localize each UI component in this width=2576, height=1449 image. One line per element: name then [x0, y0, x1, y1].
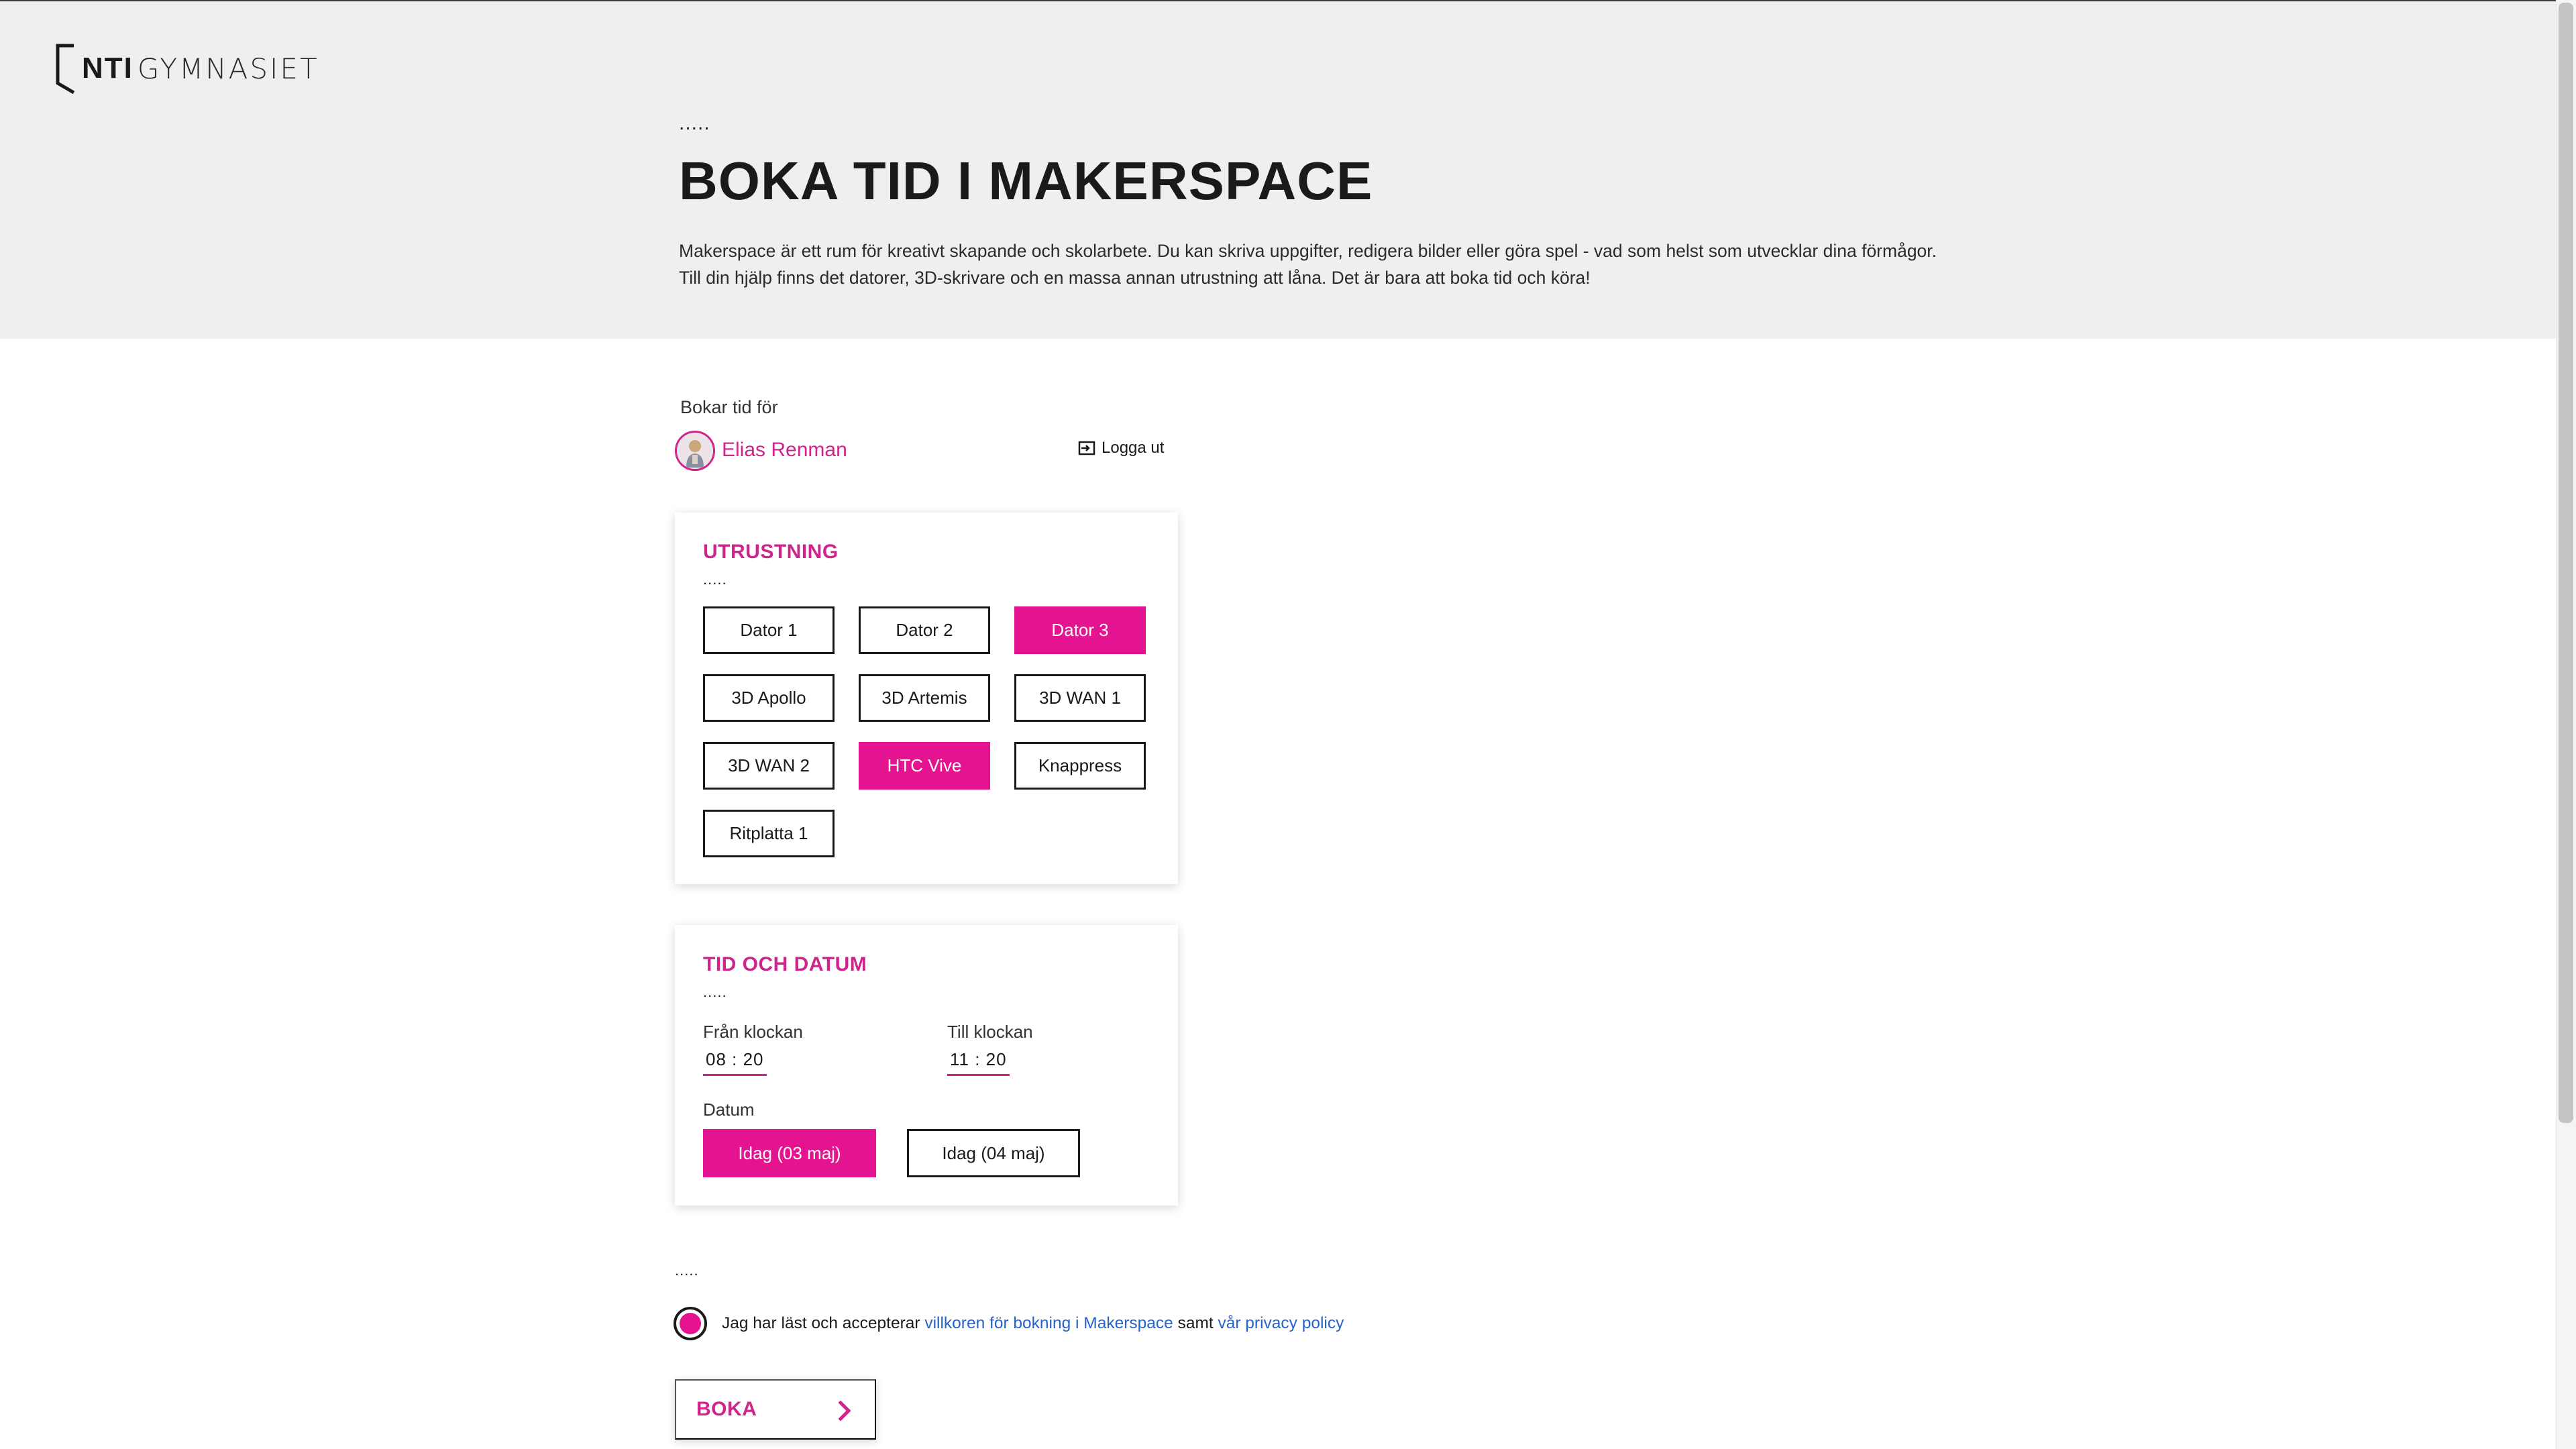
to-time-group: Till klockan 11 : 20: [947, 1022, 1033, 1076]
equipment-chip-knappress[interactable]: Knappress: [1014, 742, 1146, 790]
date-option-today[interactable]: Idag (03 maj): [703, 1129, 876, 1177]
equipment-dots: .....: [703, 571, 727, 588]
equipment-chip-htc-vive[interactable]: HTC Vive: [859, 742, 990, 790]
logo-bracket-icon: [54, 43, 78, 95]
equipment-card: UTRUSTNING ..... Dator 1 Dator 2 Dator 3…: [675, 513, 1178, 884]
chevron-right-icon: [838, 1400, 851, 1421]
boka-label: BOKA: [696, 1398, 757, 1420]
page-title: BOKA TID I MAKERSPACE: [679, 151, 1373, 211]
terms-link[interactable]: villkoren för bokning i Makerspace: [924, 1314, 1173, 1333]
page: NTI GYMNASIET ..... BOKA TID I MAKERSPAC…: [0, 0, 2576, 1449]
equipment-title: UTRUSTNING: [703, 541, 839, 563]
terms-accept-radio-dot: [680, 1313, 701, 1334]
boka-button[interactable]: BOKA: [675, 1379, 876, 1440]
page-scrollbar[interactable]: [2556, 0, 2576, 1449]
equipment-chip-dator-1[interactable]: Dator 1: [703, 606, 835, 654]
logout-button[interactable]: Logga ut: [1077, 439, 1164, 458]
equipment-chip-3d-artemis[interactable]: 3D Artemis: [859, 674, 990, 722]
logo-text-bold: NTI: [82, 52, 133, 85]
from-time-group: Från klockan 08 : 20: [703, 1022, 803, 1076]
hero-description-line-1: Makerspace är ett rum för kreativt skapa…: [679, 241, 1937, 261]
equipment-chip-dator-2[interactable]: Dator 2: [859, 606, 990, 654]
terms-middle: samt: [1177, 1314, 1214, 1332]
logout-icon: [1078, 441, 1095, 455]
equipment-chip-dator-3[interactable]: Dator 3: [1014, 606, 1146, 654]
user-name[interactable]: Elias Renman: [722, 439, 847, 462]
date-label: Datum: [703, 1099, 755, 1120]
hero-description: Makerspace är ett rum för kreativt skapa…: [679, 237, 1953, 291]
to-time-label: Till klockan: [947, 1022, 1033, 1042]
terms-dots: .....: [675, 1262, 699, 1279]
hero-description-line-2: Till din hjälp finns det datorer, 3D-skr…: [679, 268, 1591, 288]
date-options: Idag (03 maj) Idag (04 maj): [703, 1129, 1080, 1177]
to-time-input[interactable]: 11 : 20: [947, 1049, 1010, 1076]
equipment-chip-3d-wan-1[interactable]: 3D WAN 1: [1014, 674, 1146, 722]
from-time-label: Från klockan: [703, 1022, 803, 1042]
equipment-grid: Dator 1 Dator 2 Dator 3 3D Apollo 3D Art…: [703, 606, 1146, 857]
date-option-tomorrow[interactable]: Idag (04 maj): [907, 1129, 1080, 1177]
hero-section: NTI GYMNASIET ..... BOKA TID I MAKERSPAC…: [0, 1, 2556, 339]
avatar: [675, 431, 715, 471]
avatar-person-icon: [677, 433, 713, 469]
terms-accept-radio[interactable]: [674, 1307, 707, 1340]
time-date-title: TID OCH DATUM: [703, 953, 867, 975]
equipment-chip-3d-wan-2[interactable]: 3D WAN 2: [703, 742, 835, 790]
equipment-chip-3d-apollo[interactable]: 3D Apollo: [703, 674, 835, 722]
terms-row: Jag har läst och accepterar villkoren fö…: [674, 1307, 1344, 1340]
nti-logo[interactable]: NTI GYMNASIET: [54, 42, 319, 95]
from-time-input[interactable]: 08 : 20: [703, 1049, 767, 1076]
terms-prefix: Jag har läst och accepterar: [722, 1314, 920, 1332]
time-date-dots: .....: [703, 983, 727, 1000]
user-row: Elias Renman Logga ut: [675, 431, 1165, 472]
privacy-policy-link[interactable]: vår privacy policy: [1218, 1314, 1344, 1333]
scrollbar-thumb[interactable]: [2559, 3, 2573, 1123]
hero-dots: .....: [679, 112, 710, 134]
equipment-chip-ritplatta-1[interactable]: Ritplatta 1: [703, 810, 835, 857]
logout-label: Logga ut: [1102, 439, 1165, 457]
logo-text-light: GYMNASIET: [137, 52, 319, 85]
booking-for-label: Bokar tid för: [680, 397, 778, 417]
time-date-card: TID OCH DATUM ..... Från klockan 08 : 20…: [675, 925, 1178, 1205]
